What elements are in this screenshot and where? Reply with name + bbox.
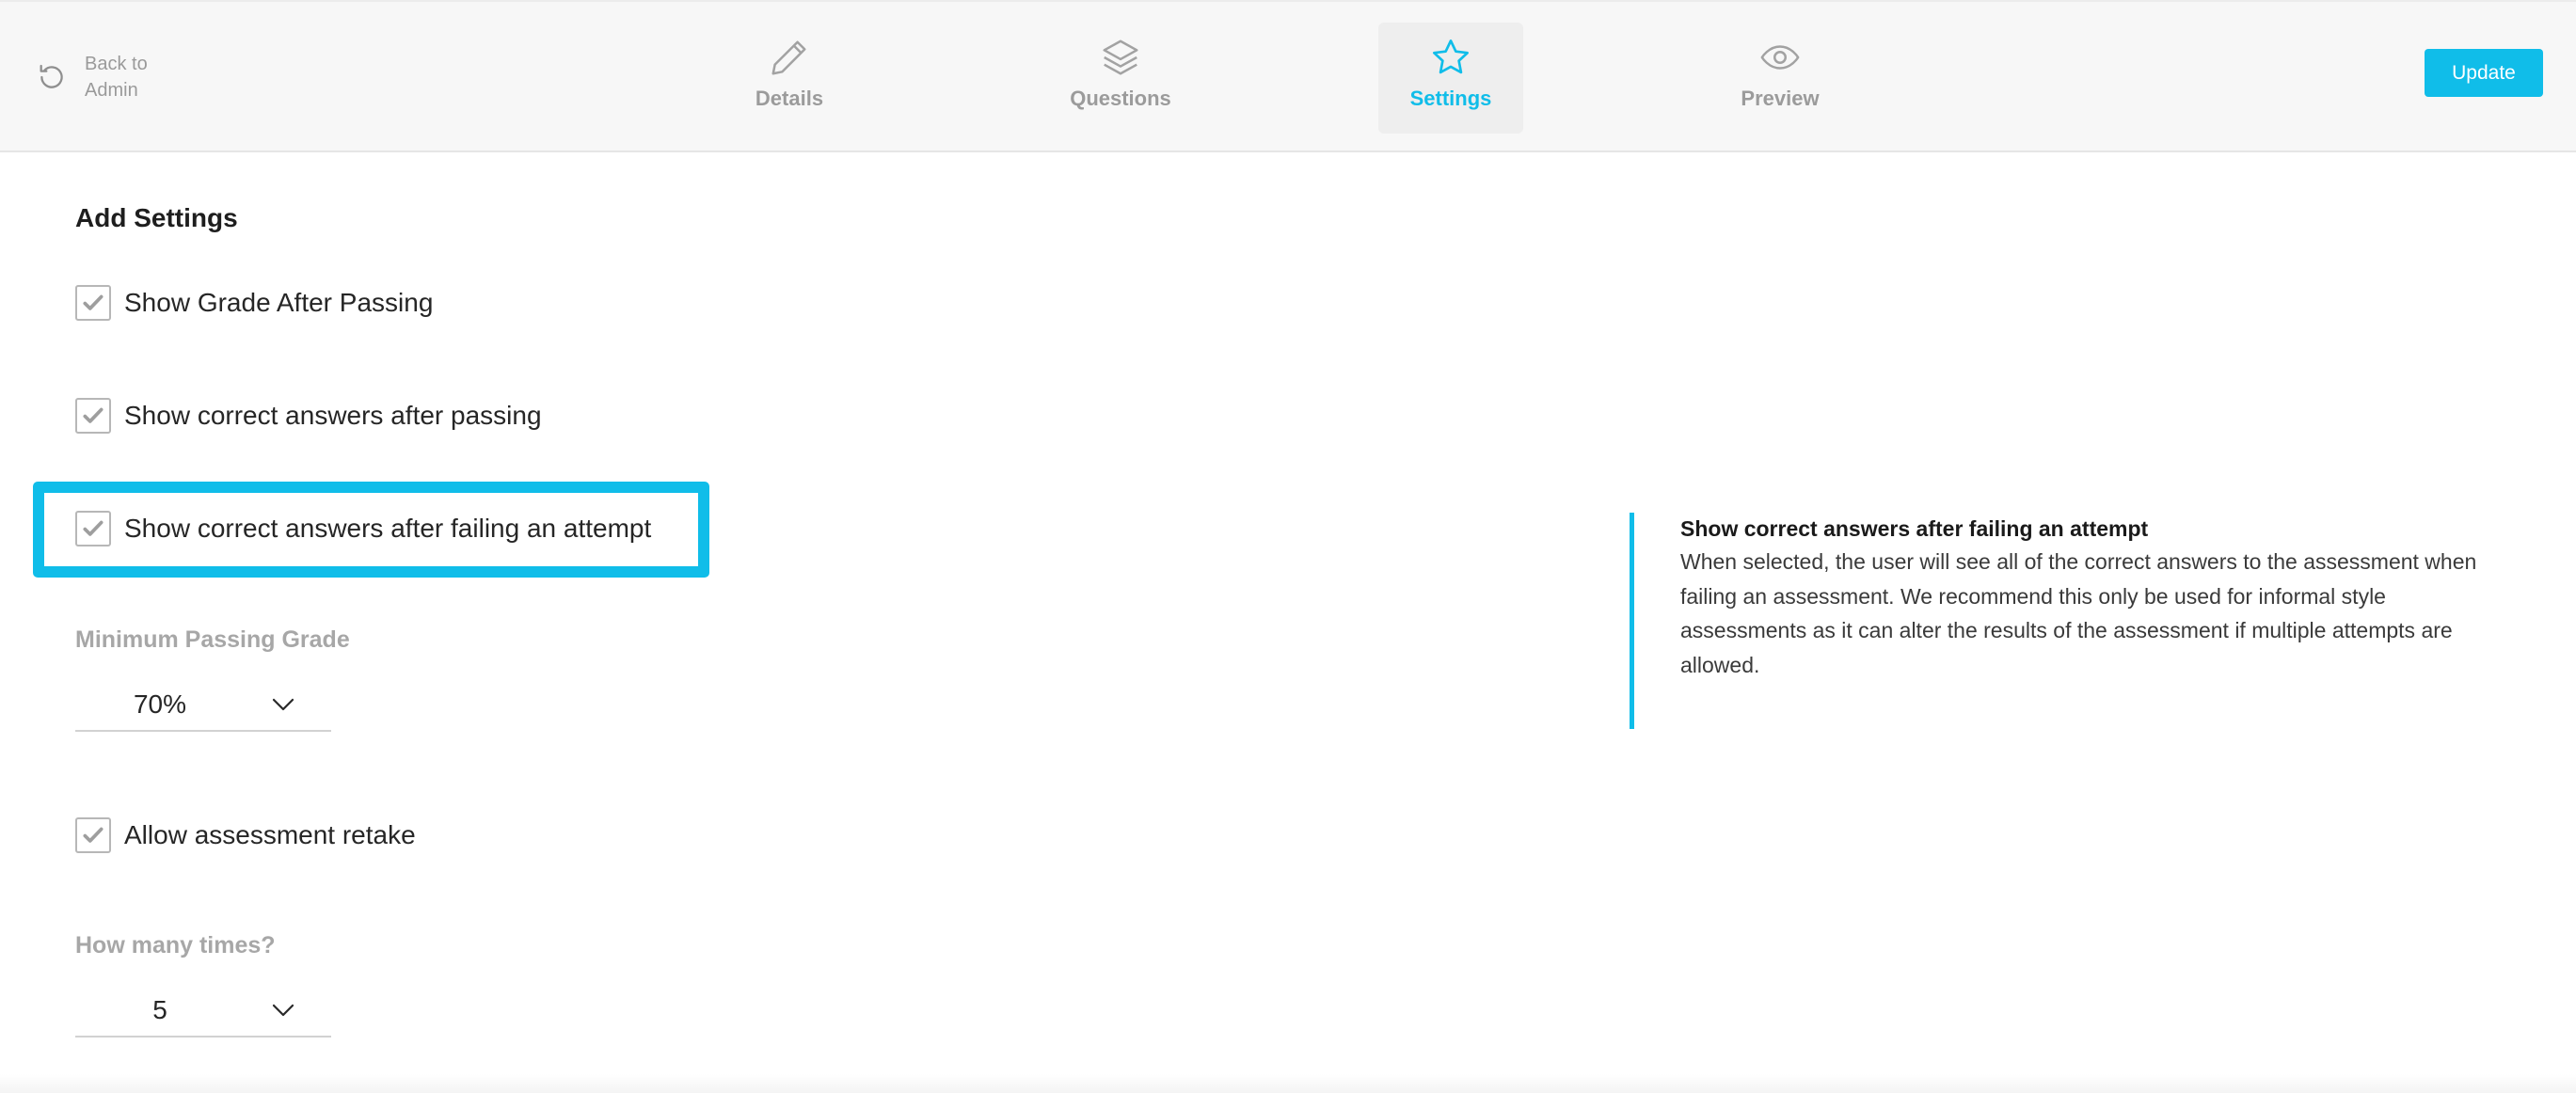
show-correct-answers-after-failing-label: Show correct answers after failing an at…: [124, 514, 652, 543]
chevron-down-icon: [272, 698, 294, 711]
back-to-admin-link[interactable]: Back to Admin: [36, 51, 169, 103]
tab-questions[interactable]: Questions: [1048, 23, 1193, 134]
how-many-times-value: 5: [152, 995, 167, 1024]
minimum-passing-grade-value: 70%: [133, 689, 187, 719]
back-to-admin-label: Back to Admin: [85, 54, 148, 101]
undo-icon: [40, 64, 63, 88]
checkmark-icon: [83, 294, 103, 310]
tab-settings-label: Settings: [1409, 87, 1492, 110]
help-panel: Show correct answers after failing an at…: [1630, 513, 2504, 729]
help-description: When selected, the user will see all of …: [1680, 549, 2477, 677]
update-button[interactable]: Update: [2425, 49, 2543, 97]
tab-preview-label: Preview: [1741, 87, 1820, 110]
show-correct-answers-after-passing-checkbox[interactable]: [75, 398, 111, 434]
chevron-down-icon: [272, 1004, 294, 1017]
show-correct-answers-after-failing-checkbox[interactable]: [75, 511, 111, 546]
bottom-shadow: [0, 1074, 2576, 1093]
show-correct-answers-after-passing-label: Show correct answers after passing: [124, 401, 542, 430]
allow-assessment-retake-checkbox[interactable]: [75, 817, 111, 853]
pencil-icon: [771, 40, 806, 75]
tab-details[interactable]: Details: [717, 23, 862, 134]
allow-assessment-retake-option[interactable]: Allow assessment retake: [75, 817, 416, 853]
show-correct-answers-after-failing-option[interactable]: Show correct answers after failing an at…: [75, 511, 651, 546]
show-correct-answers-after-passing-option[interactable]: Show correct answers after passing: [75, 398, 542, 434]
checkmark-icon: [83, 520, 103, 536]
tab-settings[interactable]: Settings: [1378, 23, 1523, 134]
star-icon: [1433, 40, 1469, 74]
help-title: Show correct answers after failing an at…: [1680, 516, 2149, 541]
checkmark-icon: [83, 827, 103, 843]
show-grade-after-passing-label: Show Grade After Passing: [124, 288, 434, 317]
show-grade-after-passing-checkbox[interactable]: [75, 285, 111, 321]
eye-icon: [1760, 45, 1800, 70]
tab-details-label: Details: [755, 87, 824, 110]
minimum-passing-grade-label: Minimum Passing Grade: [75, 626, 350, 653]
tab-questions-label: Questions: [1070, 87, 1171, 110]
checkmark-icon: [83, 407, 103, 423]
layers-icon: [1103, 40, 1138, 75]
allow-assessment-retake-label: Allow assessment retake: [124, 820, 416, 849]
minimum-passing-grade-select[interactable]: 70%: [75, 679, 331, 732]
how-many-times-select[interactable]: 5: [75, 985, 331, 1038]
page-title: Add Settings: [75, 203, 238, 232]
show-grade-after-passing-option[interactable]: Show Grade After Passing: [75, 285, 433, 321]
top-navigation-bar: Back to Admin Details Questions Settings…: [0, 0, 2576, 152]
how-many-times-label: How many times?: [75, 932, 276, 958]
tab-preview[interactable]: Preview: [1708, 23, 1852, 134]
